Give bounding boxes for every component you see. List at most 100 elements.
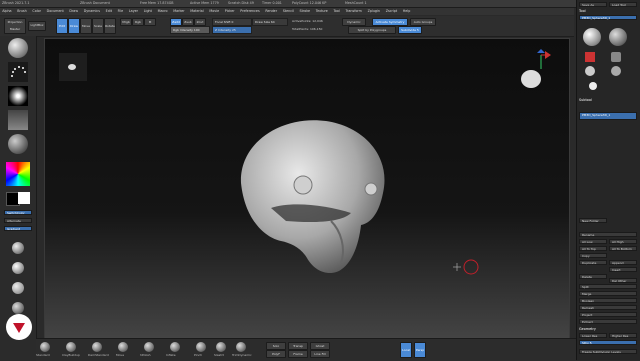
rgb-intensity-slider[interactable]: Rgb Intensity 100 — [170, 26, 210, 34]
sdiv-slider[interactable]: SDiv 5 — [579, 340, 637, 345]
menu-preferences[interactable]: Preferences — [240, 9, 259, 13]
stroke-dots-icon[interactable] — [8, 62, 28, 82]
split-button[interactable]: Split — [579, 284, 637, 289]
draw-button[interactable]: Draw — [68, 18, 80, 34]
navigator-thumbnail[interactable] — [59, 53, 87, 81]
brush-damstandard-icon[interactable] — [92, 342, 102, 352]
auto-groups-button[interactable]: Auto Groups — [410, 18, 436, 26]
brush-move-icon[interactable] — [118, 342, 128, 352]
boolean-button[interactable]: Boolean — [579, 298, 637, 303]
brush-preview-icon[interactable] — [8, 38, 28, 58]
solo-button[interactable]: Solo — [266, 342, 286, 350]
menu-stroke[interactable]: Stroke — [300, 9, 311, 13]
del-other-button[interactable]: Del Other — [609, 278, 637, 283]
tool-thumb-small-icon[interactable] — [589, 82, 597, 90]
z-intensity-slider[interactable]: Z Intensity 25 — [212, 26, 252, 34]
menu-dynamics[interactable]: Dynamics — [84, 9, 100, 13]
subtool-item[interactable]: PM3D_Sphere3D_1 — [579, 112, 637, 120]
menu-document[interactable]: Document — [47, 9, 64, 13]
menu-zplugin[interactable]: Zplugin — [368, 9, 380, 13]
polyf-button[interactable]: PolyF — [266, 350, 286, 358]
freeze-subdivision-button[interactable]: Freeze SubDivision Levels — [579, 349, 637, 354]
new-folder-button[interactable]: New Folder — [579, 218, 607, 223]
dynamic-button[interactable]: Dynamic — [342, 18, 366, 26]
menu-edit[interactable]: Edit — [106, 9, 112, 13]
menu-stencil[interactable]: Stencil — [283, 9, 294, 13]
sculpt-head-model[interactable] — [231, 113, 391, 273]
merge-button[interactable]: Merge — [579, 291, 637, 296]
menu-color[interactable]: Color — [32, 9, 41, 13]
gradient-button[interactable]: Gradient — [4, 226, 32, 231]
switchcolor-button[interactable]: SwitchColor — [4, 210, 32, 215]
all-high-button[interactable]: All High — [609, 239, 637, 244]
focal-shift-slider[interactable]: Focal Shift 0 — [212, 18, 252, 26]
tool-thumb-polymesh-icon[interactable] — [585, 66, 595, 76]
menu-alpha[interactable]: Alpha — [2, 9, 11, 13]
reflected-map-icon[interactable] — [12, 302, 24, 314]
menu-draw[interactable]: Draw — [69, 9, 78, 13]
current-tool-name[interactable]: PM3D_Sphere3D_1 — [579, 15, 637, 20]
zcut-button[interactable]: Zcut — [194, 18, 206, 26]
menu-render[interactable]: Render — [265, 9, 277, 13]
line-fill-button[interactable]: Line Fill — [310, 350, 330, 358]
duplicate-button[interactable]: Duplicate — [579, 260, 607, 265]
load-tool-button[interactable]: Load Tool — [609, 2, 637, 7]
texture-icon[interactable] — [8, 110, 28, 130]
tool-thumb-cylinder-icon[interactable] — [611, 52, 621, 62]
zsub-button[interactable]: Zsub — [182, 18, 194, 26]
menu-macro[interactable]: Macro — [158, 9, 168, 13]
menu-movie[interactable]: Movie — [209, 9, 219, 13]
lower-res-button[interactable]: Lower Res — [579, 333, 607, 338]
menu-light[interactable]: Light — [144, 9, 152, 13]
delete-button[interactable]: Delete — [579, 274, 607, 279]
scale-button[interactable]: Scale — [92, 18, 104, 34]
mrgb-button[interactable]: Mrgb — [120, 18, 132, 26]
project-button[interactable]: Project — [579, 312, 637, 317]
brush-hpolish-icon[interactable] — [144, 342, 154, 352]
edit-button[interactable]: Edit — [56, 18, 68, 34]
rename-button[interactable]: Rename — [579, 232, 637, 237]
save-as-button[interactable]: Save As — [579, 2, 607, 7]
transp-button[interactable]: Transp — [288, 342, 308, 350]
tool-thumb-zsphere-icon[interactable] — [611, 66, 621, 76]
all-to-top-button[interactable]: All To Top — [579, 246, 607, 251]
all-low-button[interactable]: All Low — [579, 239, 607, 244]
orientation-gizmo-icon[interactable] — [515, 49, 555, 93]
projection-master-button[interactable]: Projection Master — [4, 18, 26, 34]
split-polygroups-button[interactable]: Split by Polygroups — [348, 26, 396, 34]
menu-zscript[interactable]: Zscript — [386, 9, 397, 13]
brush-trimdynamic-icon[interactable] — [236, 342, 246, 352]
subdivide-button[interactable]: Subdivide 5 — [398, 26, 422, 34]
tool-thumb-sphere-icon[interactable] — [609, 28, 627, 46]
copy-button[interactable]: Copy — [579, 253, 607, 258]
frame-button[interactable]: Frame — [288, 350, 308, 358]
append-button[interactable]: Append — [609, 260, 637, 265]
m-button[interactable]: M — [144, 18, 156, 26]
matcap-gray-icon[interactable] — [12, 242, 24, 254]
tool-thumb-simplebrush-icon[interactable] — [585, 52, 595, 62]
brush-inflate-icon[interactable] — [170, 342, 180, 352]
brush-standard-icon[interactable] — [40, 342, 50, 352]
lightbox-button[interactable]: LightBox — [28, 21, 46, 31]
extract-button[interactable]: Extract — [579, 319, 637, 324]
zadd-button[interactable]: Zadd — [170, 18, 182, 26]
color-picker-icon[interactable] — [6, 162, 30, 186]
remesh-button[interactable]: Remesh — [579, 305, 637, 310]
persp-button[interactable]: Persp — [414, 342, 426, 358]
menu-marker[interactable]: Marker — [173, 9, 184, 13]
menu-brush[interactable]: Brush — [17, 9, 27, 13]
menu-tool[interactable]: Tool — [333, 9, 339, 13]
menu-transform[interactable]: Transform — [346, 9, 362, 13]
basic-material-icon[interactable] — [12, 262, 24, 274]
activate-symmetry-button[interactable]: Activate Symmetry — [372, 18, 408, 26]
higher-res-button[interactable]: Higher Res — [609, 333, 637, 338]
local-button[interactable]: Local — [400, 342, 412, 358]
menu-texture[interactable]: Texture — [316, 9, 328, 13]
draw-size-slider[interactable]: Draw Size 64 — [252, 18, 288, 26]
alternate-button[interactable]: Alternate — [4, 218, 32, 223]
insert-button[interactable]: Insert — [609, 267, 637, 272]
rgb-button[interactable]: Rgb — [132, 18, 144, 26]
menu-file[interactable]: File — [118, 9, 124, 13]
menu-picker[interactable]: Picker — [225, 9, 235, 13]
brush-claybuildup-icon[interactable] — [66, 342, 76, 352]
